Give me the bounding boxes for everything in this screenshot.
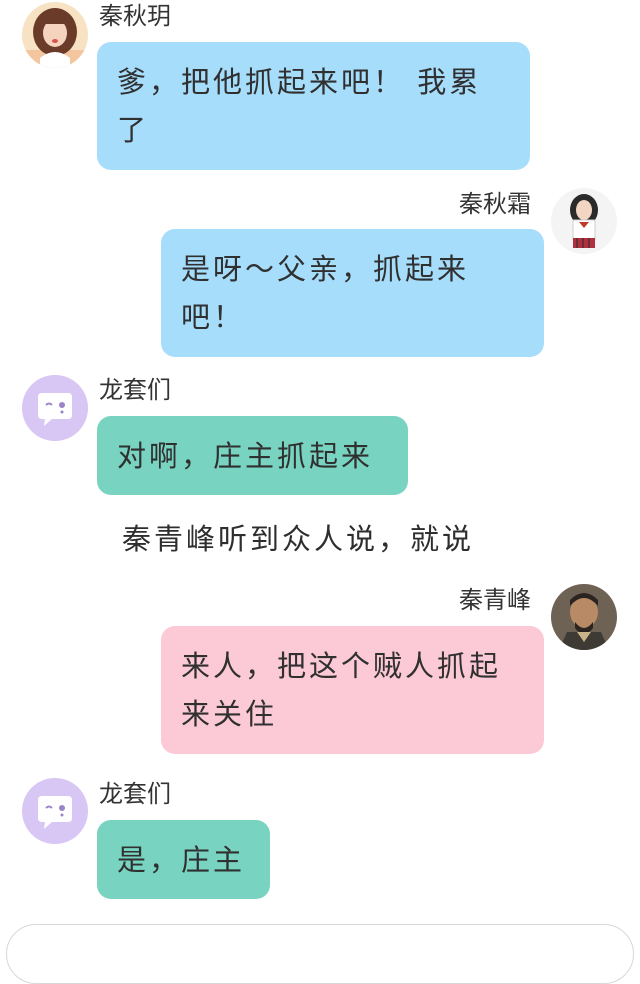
message-bubble[interactable]: 对啊，庄主抓起来 (97, 416, 408, 495)
sender-name: 秦秋霜 (459, 190, 531, 218)
message-bubble[interactable]: 来人，把这个贼人抓起来关住 (161, 626, 544, 754)
message-bubble[interactable]: 是，庄主 (97, 820, 270, 899)
sender-name: 龙套们 (99, 376, 171, 404)
sender-name: 龙套们 (99, 780, 171, 808)
narration-text: 秦青峰听到众人说，就说 (122, 522, 475, 556)
chat-bubble-face-icon (38, 796, 72, 829)
girl-photo-avatar-icon (22, 2, 88, 68)
avatar-schoolgirl[interactable] (551, 188, 617, 254)
sender-name: 秦秋玥 (99, 2, 171, 30)
avatar-man[interactable] (551, 584, 617, 650)
man-portrait-avatar-icon (551, 584, 617, 650)
schoolgirl-photo-avatar-icon (551, 188, 617, 254)
avatar-placeholder[interactable] (22, 778, 88, 844)
sender-name: 秦青峰 (459, 586, 531, 614)
avatar-girl[interactable] (22, 2, 88, 68)
chat-bubble-face-icon (38, 393, 72, 426)
message-bubble[interactable]: 爹，把他抓起来吧！ 我累了 (97, 42, 530, 170)
avatar-placeholder[interactable] (22, 375, 88, 441)
message-bubble[interactable]: 是呀～父亲，抓起来吧！ (161, 229, 544, 357)
message-input-bar[interactable] (6, 924, 634, 984)
